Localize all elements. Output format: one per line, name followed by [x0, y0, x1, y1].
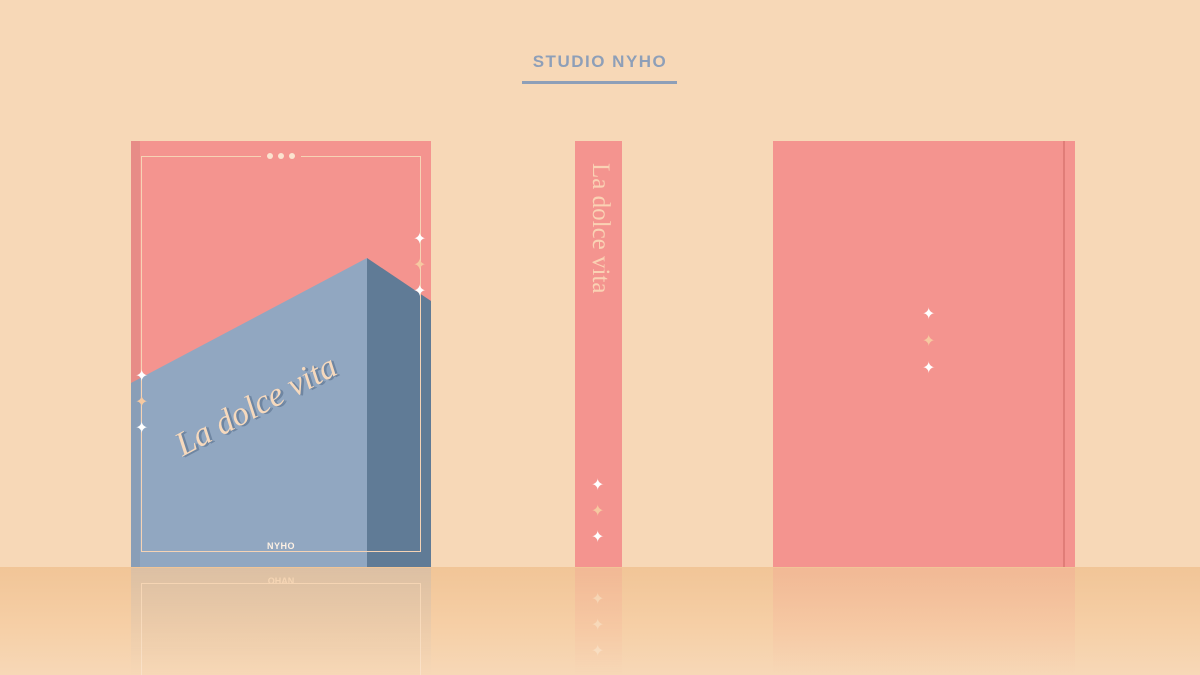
sparkle-star-icon: ✦ [413, 231, 427, 248]
book-spine: La dolce vita ✦ ✦ ✦ [575, 141, 622, 567]
sparkle-star-icon: ✦ [135, 368, 149, 385]
reflection-label: OHAN [267, 576, 295, 586]
back-cover-reflection [773, 568, 1075, 675]
spine-title: La dolce vita [587, 163, 614, 294]
author-label: NYHO [251, 541, 311, 551]
sparkle-star-icon: ✦ [591, 477, 605, 494]
sparkle-star-icon: ✦ [922, 360, 936, 377]
reflection-frame [141, 583, 421, 675]
sparkle-star-icon: ✦ [135, 394, 149, 411]
book-mockup-stage: STUDIO NYHO La dolce vita NYHO ✦ ✦ ✦ ✦ ✦… [0, 0, 1200, 675]
back-cover: ✦ ✦ ✦ [773, 141, 1075, 567]
dot-icon [267, 153, 273, 159]
frame-dots [261, 149, 301, 163]
brand-underline [522, 81, 677, 84]
back-hinge-edge [1063, 141, 1065, 567]
sparkle-star-icon: ✦ [591, 617, 605, 634]
sparkle-star-icon: ✦ [922, 306, 936, 323]
dot-icon [278, 153, 284, 159]
sparkle-star-icon: ✦ [591, 591, 605, 608]
sparkle-star-icon: ✦ [591, 529, 605, 546]
sparkle-star-icon: ✦ [922, 333, 936, 350]
brand-title: STUDIO NYHO [532, 52, 668, 71]
sparkle-star-icon: ✦ [413, 257, 427, 274]
sparkle-star-icon: ✦ [591, 503, 605, 520]
sparkle-star-icon: ✦ [413, 283, 427, 300]
sparkle-star-icon: ✦ [591, 643, 605, 660]
dot-icon [289, 153, 295, 159]
cover-frame [141, 156, 421, 552]
front-cover: La dolce vita NYHO ✦ ✦ ✦ ✦ ✦ ✦ [131, 141, 431, 567]
front-cover-reflection: OHAN [131, 568, 431, 675]
spine-reflection: ✦ ✦ ✦ [575, 568, 622, 675]
front-hinge-edge [131, 141, 140, 567]
sparkle-star-icon: ✦ [135, 420, 149, 437]
